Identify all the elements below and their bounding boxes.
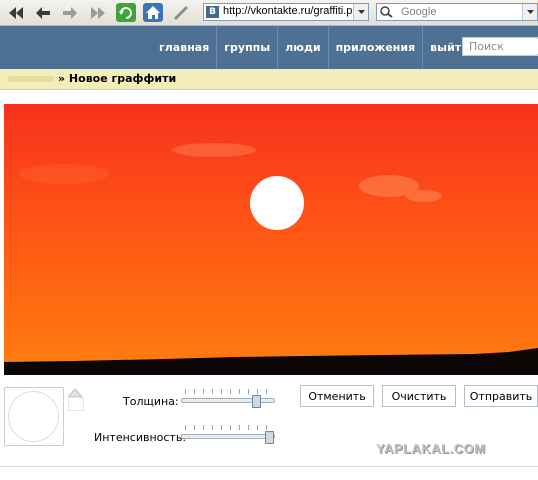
controls-panel: Толщина: Интенсивность: Отменить Очистит… [0, 377, 538, 480]
main-nav: главная группы люди приложения выйти [152, 26, 476, 69]
slider-ticks [185, 425, 269, 430]
watermark: YAPLAKAL.COM [376, 441, 486, 456]
chevron-down-icon[interactable] [353, 4, 368, 20]
back-icon[interactable] [33, 3, 53, 22]
url-text[interactable]: http://vkontakte.ru/graffiti.ph [223, 5, 355, 17]
site-search[interactable] [462, 37, 538, 56]
blurred-username [8, 76, 54, 82]
send-button[interactable]: Отправить [464, 385, 538, 407]
sun [250, 176, 304, 230]
graffiti-canvas[interactable] [4, 104, 538, 375]
site-header: главная группы люди приложения выйти [0, 26, 538, 69]
nav-item-people[interactable]: люди [278, 26, 329, 69]
search-placeholder: Google [401, 6, 437, 18]
reload-icon[interactable] [116, 3, 136, 22]
intensity-label: Интенсивность: [94, 431, 187, 444]
browser-toolbar: B http://vkontakte.ru/graffiti.ph Google [0, 0, 538, 26]
search-icon [380, 6, 394, 21]
rewind-icon[interactable] [6, 3, 26, 22]
chevron-down-icon[interactable] [522, 4, 537, 20]
intensity-slider[interactable] [181, 425, 275, 445]
browser-search-box[interactable]: Google [376, 3, 538, 21]
thickness-label: Толщина: [123, 395, 179, 408]
thickness-slider[interactable] [181, 389, 275, 409]
site-favicon: B [206, 6, 219, 18]
nav-item-apps[interactable]: приложения [329, 26, 424, 69]
forward-icon[interactable] [60, 3, 80, 22]
brush-size-indicator [8, 391, 59, 442]
slider-thumb[interactable] [252, 395, 261, 408]
pencil-icon[interactable] [171, 3, 191, 22]
clear-button[interactable]: Очистить [382, 385, 456, 407]
cancel-button[interactable]: Отменить [300, 385, 374, 407]
brush-preview [4, 387, 64, 446]
breadcrumb: » Новое граффити [0, 69, 538, 90]
nav-item-groups[interactable]: группы [217, 26, 279, 69]
slider-track [181, 434, 275, 439]
color-swatch[interactable] [68, 397, 84, 411]
slider-thumb[interactable] [265, 431, 274, 444]
fast-forward-icon[interactable] [88, 3, 108, 22]
divider [0, 466, 538, 467]
home-icon[interactable] [143, 3, 163, 22]
sky [4, 104, 538, 375]
page-title: » Новое граффити [58, 72, 177, 85]
nav-item-home[interactable]: главная [152, 26, 218, 69]
slider-ticks [185, 389, 269, 394]
address-bar[interactable]: B http://vkontakte.ru/graffiti.ph [203, 3, 369, 21]
search-input[interactable] [469, 39, 538, 54]
